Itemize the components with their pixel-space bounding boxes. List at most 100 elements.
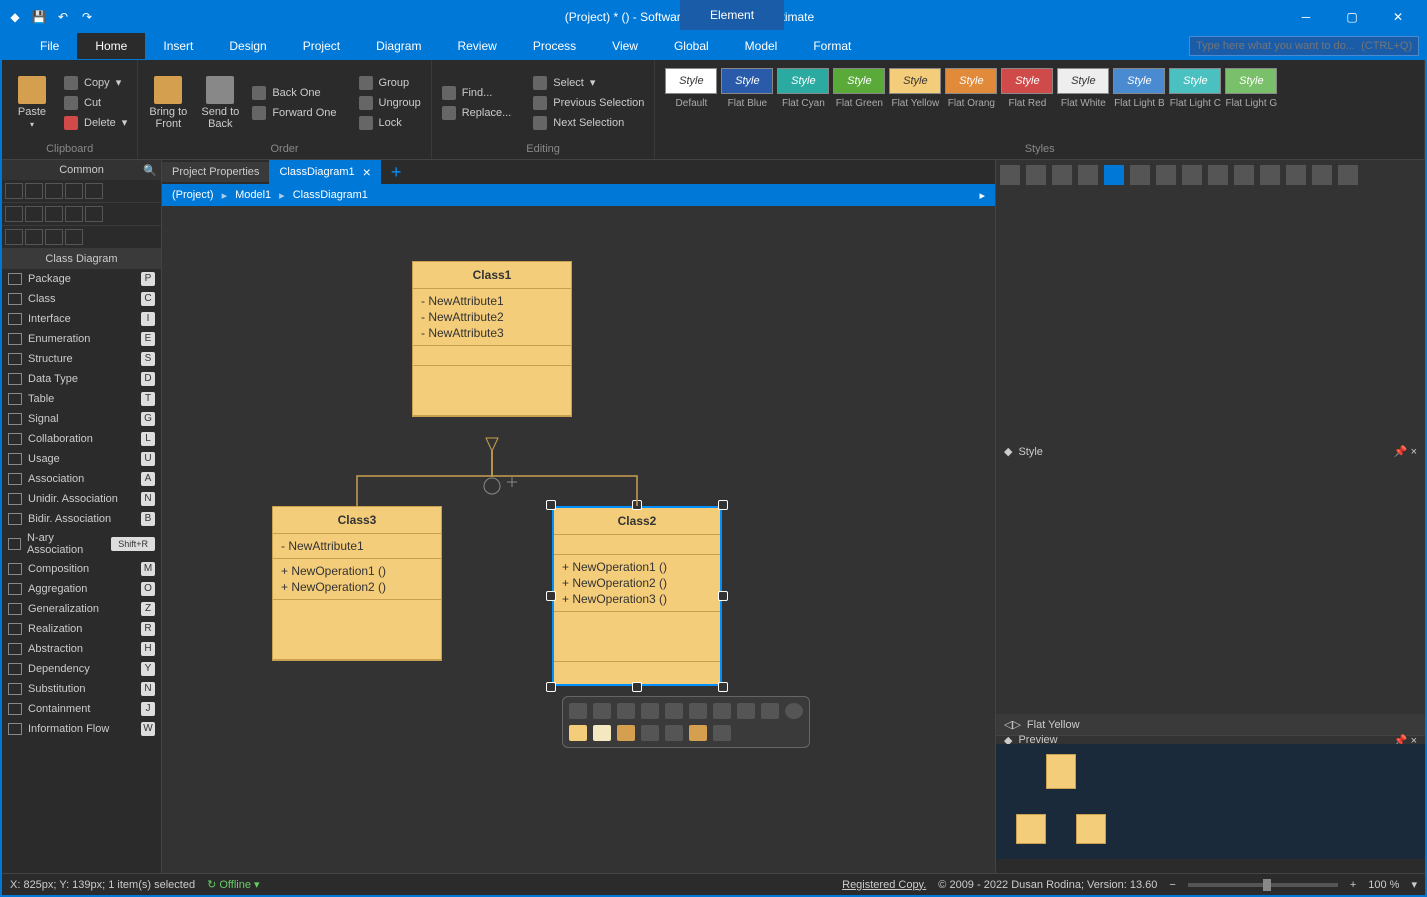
element-bidir-association[interactable]: Bidir. AssociationB: [2, 509, 161, 529]
select-button[interactable]: Select ▾: [529, 75, 648, 91]
bc-arrow-icon[interactable]: ▸: [979, 189, 985, 202]
handle-tl[interactable]: [546, 500, 556, 510]
style-flat-green[interactable]: Style: [833, 68, 885, 94]
bc-project[interactable]: (Project): [172, 189, 214, 201]
class1-box[interactable]: Class1 - NewAttribute1- NewAttribute2- N…: [412, 261, 572, 417]
rt-7[interactable]: [1156, 165, 1176, 185]
grid-tool[interactable]: [65, 229, 83, 245]
lock-button[interactable]: Lock: [355, 115, 425, 131]
rt-12[interactable]: [1286, 165, 1306, 185]
ctx-grid-icon[interactable]: [689, 703, 707, 719]
pin-icon[interactable]: 📌 ×: [1394, 445, 1417, 458]
style-flat-light-g[interactable]: Style: [1225, 68, 1277, 94]
tab-review[interactable]: Review: [439, 33, 514, 59]
search-icon[interactable]: 🔍: [143, 164, 157, 177]
element-substitution[interactable]: SubstitutionN: [2, 679, 161, 699]
canvas[interactable]: Class1 - NewAttribute1- NewAttribute2- N…: [162, 206, 995, 873]
rt-10[interactable]: [1234, 165, 1254, 185]
ctx-edit-icon[interactable]: [593, 703, 611, 719]
style-flat-white[interactable]: Style: [1057, 68, 1109, 94]
back-one-button[interactable]: Back One: [248, 85, 340, 101]
handle-mr[interactable]: [718, 591, 728, 601]
rt-5[interactable]: [1104, 165, 1124, 185]
style-flat-orang[interactable]: Style: [945, 68, 997, 94]
note-tool[interactable]: [85, 206, 103, 222]
element-information-flow[interactable]: Information FlowW: [2, 719, 161, 739]
delete-button[interactable]: Delete ▾: [60, 115, 131, 131]
tab-file[interactable]: File: [22, 33, 77, 59]
style-default[interactable]: Style: [665, 68, 717, 94]
rt-4[interactable]: [1078, 165, 1098, 185]
tab-model[interactable]: Model: [727, 33, 796, 59]
zoom-dropdown-icon[interactable]: ▾: [1411, 878, 1417, 891]
element-table[interactable]: TableT: [2, 389, 161, 409]
forward-one-button[interactable]: Forward One: [248, 105, 340, 121]
preview-canvas[interactable]: [996, 744, 1425, 859]
container-tool[interactable]: [25, 229, 43, 245]
element-abstraction[interactable]: AbstractionH: [2, 639, 161, 659]
element-collaboration[interactable]: CollaborationL: [2, 429, 161, 449]
ctx-device-icon[interactable]: [761, 703, 779, 719]
rt-3[interactable]: [1052, 165, 1072, 185]
handle-ml[interactable]: [546, 591, 556, 601]
ctx-circle-icon[interactable]: [785, 703, 803, 719]
replace-button[interactable]: Replace...: [438, 105, 516, 121]
rt-11[interactable]: [1260, 165, 1280, 185]
element-unidir-association[interactable]: Unidir. AssociationN: [2, 489, 161, 509]
rect-tool[interactable]: [65, 183, 83, 199]
rt-1[interactable]: [1000, 165, 1020, 185]
handle-br[interactable]: [718, 682, 728, 692]
handle-bm[interactable]: [632, 682, 642, 692]
search-input[interactable]: [1189, 36, 1419, 56]
style-flat-yellow[interactable]: Style: [889, 68, 941, 94]
minimize-icon[interactable]: ─: [1283, 2, 1329, 32]
line-tool[interactable]: [25, 206, 43, 222]
maximize-icon[interactable]: ▢: [1329, 2, 1375, 32]
status-offline[interactable]: ↻ Offline ▾: [207, 878, 259, 891]
tab-design[interactable]: Design: [211, 33, 284, 59]
color1-icon[interactable]: [569, 725, 587, 741]
ctx-img-icon[interactable]: [665, 703, 683, 719]
element-n-ary-association[interactable]: N-ary AssociationShift+R: [2, 529, 161, 559]
prev-sel-button[interactable]: Previous Selection: [529, 95, 648, 111]
element-generalization[interactable]: GeneralizationZ: [2, 599, 161, 619]
element-signal[interactable]: SignalG: [2, 409, 161, 429]
tab-classdiagram1[interactable]: ClassDiagram1×: [269, 160, 380, 184]
align-icon[interactable]: [641, 725, 659, 741]
more-icon[interactable]: [713, 725, 731, 741]
ctx-eye-icon[interactable]: [569, 703, 587, 719]
ctx-screen-icon[interactable]: [737, 703, 755, 719]
bring-front-button[interactable]: Bring to Front: [144, 64, 192, 141]
ctx-note-icon[interactable]: [617, 703, 635, 719]
send-back-button[interactable]: Send to Back: [196, 64, 244, 141]
color3-icon[interactable]: [617, 725, 635, 741]
zoom-out-icon[interactable]: −: [1169, 879, 1175, 891]
tab-project-properties[interactable]: Project Properties: [162, 162, 269, 182]
tab-global[interactable]: Global: [656, 33, 727, 59]
tab-home[interactable]: Home: [77, 33, 145, 59]
element-aggregation[interactable]: AggregationO: [2, 579, 161, 599]
next-sel-button[interactable]: Next Selection: [529, 115, 648, 131]
element-realization[interactable]: RealizationR: [2, 619, 161, 639]
hand-tool[interactable]: [25, 183, 43, 199]
tab-view[interactable]: View: [594, 33, 656, 59]
close-tab-icon[interactable]: ×: [363, 164, 371, 180]
element-usage[interactable]: UsageU: [2, 449, 161, 469]
find-button[interactable]: Find...: [438, 85, 516, 101]
group-button[interactable]: Group: [355, 75, 425, 91]
redo-icon[interactable]: ↷: [78, 8, 96, 26]
element-enumeration[interactable]: EnumerationE: [2, 329, 161, 349]
context-tab-element[interactable]: Element: [680, 0, 784, 30]
tab-format[interactable]: Format: [795, 33, 869, 59]
close-icon[interactable]: ✕: [1375, 2, 1421, 32]
bc-model[interactable]: Model1: [235, 189, 271, 201]
rt-9[interactable]: [1208, 165, 1228, 185]
rt-8[interactable]: [1182, 165, 1202, 185]
style-flat-cyan[interactable]: Style: [777, 68, 829, 94]
undo-icon[interactable]: ↶: [54, 8, 72, 26]
element-association[interactable]: AssociationA: [2, 469, 161, 489]
table-tool[interactable]: [45, 229, 63, 245]
handle-tr[interactable]: [718, 500, 728, 510]
connector-tool[interactable]: [65, 206, 83, 222]
text-tool[interactable]: [5, 206, 23, 222]
